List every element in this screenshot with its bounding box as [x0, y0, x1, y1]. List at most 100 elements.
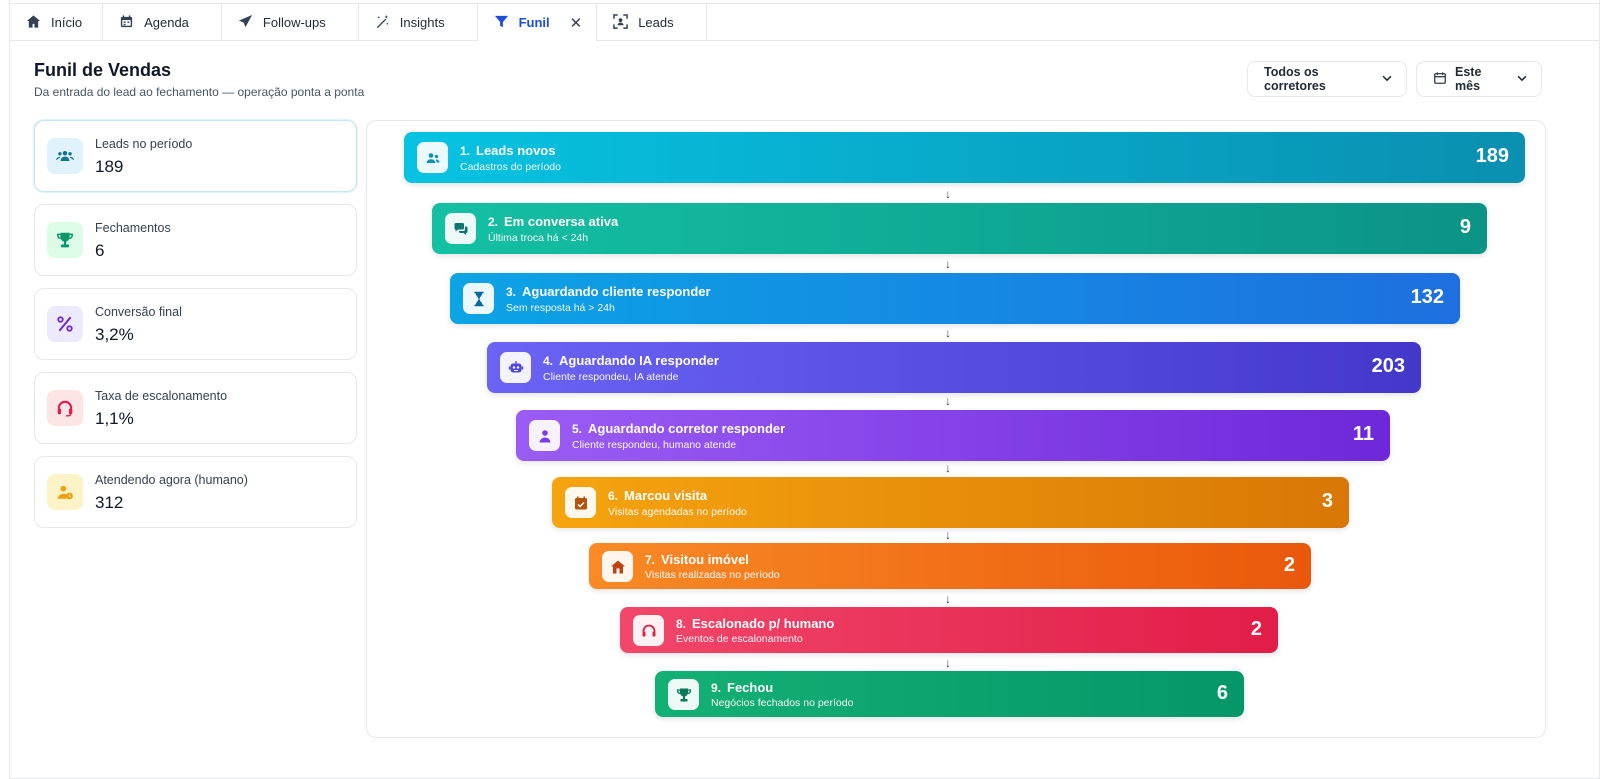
stage-title: Aguardando corretor responder [588, 421, 786, 436]
tab-inicio[interactable]: Início [10, 4, 104, 41]
kpi-label: Leads no período [95, 137, 193, 151]
funnel-stage-escalonado[interactable]: 8. Escalonado p/ humano Eventos de escalo… [620, 607, 1278, 653]
stage-title: Fechou [727, 680, 774, 695]
user-clock-icon [47, 474, 83, 510]
home-icon [26, 14, 41, 32]
funnel-stage-marcou-visita[interactable]: 6. Marcou visita Visitas agendadas no per… [552, 477, 1349, 528]
stage-number: 6. [608, 489, 619, 503]
stage-title: Escalonado p/ humano [692, 616, 835, 631]
arrow-down-icon: ↓ [945, 592, 951, 606]
stage-title: Em conversa ativa [504, 214, 619, 229]
kpi-value: 6 [95, 241, 105, 260]
kpi-card-escalonamento: Taxa de escalonamento 1,1% [34, 372, 357, 444]
stage-number: 2. [488, 215, 499, 229]
kpi-label: Atendendo agora (humano) [95, 473, 248, 487]
kpi-value: 3,2% [95, 325, 134, 344]
tab-label: Leads [638, 15, 674, 30]
stage-value: 11 [1352, 423, 1374, 445]
stage-number: 3. [506, 285, 517, 299]
arrow-down-icon: ↓ [945, 187, 951, 201]
page-subtitle: Da entrada do lead ao fechamento — opera… [34, 85, 365, 99]
stage-value: 132 [1410, 286, 1444, 308]
hourglass-icon [463, 283, 494, 314]
period-filter-select[interactable]: Este mês [1416, 61, 1542, 97]
tab-leads[interactable]: Leads [597, 4, 707, 41]
stage-value: 2 [1283, 554, 1295, 576]
trophy-icon [668, 679, 699, 710]
kpi-value: 1,1% [95, 409, 134, 428]
users-icon [47, 138, 83, 174]
tab-label: Início [51, 15, 83, 30]
kpi-card-atendendo: Atendendo agora (humano) 312 [34, 456, 357, 528]
stage-subtitle: Sem resposta há > 24h [506, 302, 615, 314]
broker-filter-select[interactable]: Todos os corretores [1247, 61, 1407, 97]
close-tab-icon[interactable]: ✕ [570, 14, 583, 32]
user-icon [529, 420, 560, 451]
kpi-card-leads: Leads no período 189 [34, 120, 357, 192]
stage-title: Marcou visita [624, 488, 708, 503]
tab-label: Follow-ups [262, 15, 326, 30]
funnel-stage-leads-novos[interactable]: 1. Leads novos Cadastros do período 189 [404, 132, 1525, 183]
stage-value: 2 [1250, 618, 1262, 640]
send-icon [238, 14, 253, 32]
funnel-stage-aguardando-ia[interactable]: 4. Aguardando IA responder Cliente respon… [487, 342, 1421, 393]
broker-filter-value: Todos os corretores [1264, 65, 1326, 93]
tab-label: Insights [399, 15, 445, 30]
arrow-down-icon: ↓ [945, 656, 951, 670]
stage-number: 1. [460, 144, 471, 158]
stage-subtitle: Eventos de escalonamento [676, 633, 803, 645]
tab-funil[interactable]: Funil ✕ [477, 4, 598, 41]
stage-value: 9 [1459, 216, 1471, 238]
stage-subtitle: Negócios fechados no período [711, 697, 854, 709]
stage-title: Visitou imóvel [661, 552, 749, 567]
stage-value: 3 [1321, 490, 1333, 512]
users-icon [417, 142, 448, 173]
headset-icon [633, 615, 664, 646]
stage-subtitle: Última troca há < 24h [488, 232, 589, 244]
tab-agenda[interactable]: Agenda [103, 4, 222, 41]
chevron-down-icon [1515, 71, 1529, 88]
percent-icon [47, 306, 83, 342]
stage-title: Aguardando cliente responder [522, 284, 711, 299]
trophy-icon [47, 222, 83, 258]
kpi-label: Conversão final [95, 305, 182, 319]
stage-title: Leads novos [476, 143, 556, 158]
magic-wand-icon [375, 14, 390, 32]
tab-bar: Início Agenda Follow-ups Insights Funil … [10, 3, 1600, 41]
tab-insights[interactable]: Insights [359, 4, 478, 41]
stage-subtitle: Visitas realizadas no período [645, 569, 780, 581]
kpi-card-fechamentos: Fechamentos 6 [34, 204, 357, 276]
tab-follow-ups[interactable]: Follow-ups [222, 4, 359, 41]
funnel-stage-fechou[interactable]: 9. Fechou Negócios fechados no período 6 [655, 671, 1244, 717]
tab-label: Funil [518, 15, 550, 30]
kpi-label: Taxa de escalonamento [95, 389, 228, 403]
stage-subtitle: Visitas agendadas no período [608, 506, 747, 518]
headset-icon [47, 390, 83, 426]
house-icon [602, 551, 633, 582]
funnel-stage-em-conversa[interactable]: 2. Em conversa ativa Última troca há < 24… [432, 203, 1487, 254]
funnel-stage-visitou-imovel[interactable]: 7. Visitou imóvel Visitas realizadas no p… [589, 543, 1311, 589]
funnel-stage-aguardando-cliente[interactable]: 3. Aguardando cliente responder Sem respo… [450, 273, 1460, 324]
tab-label: Agenda [144, 15, 189, 30]
stage-value: 189 [1475, 145, 1509, 167]
arrow-down-icon: ↓ [945, 257, 951, 271]
kpi-value: 189 [95, 157, 124, 176]
calendar-icon [1433, 71, 1447, 88]
stage-title: Aguardando IA responder [559, 353, 719, 368]
stage-number: 8. [676, 617, 687, 631]
arrow-down-icon: ↓ [945, 528, 951, 542]
stage-value: 203 [1371, 355, 1405, 377]
funnel-panel: 1. Leads novos Cadastros do período 189 ↓… [366, 120, 1546, 738]
page-title: Funil de Vendas [34, 60, 172, 80]
kpi-card-conversao: Conversão final 3,2% [34, 288, 357, 360]
calendar-icon [119, 14, 134, 32]
stage-number: 4. [543, 354, 554, 368]
funnel-stage-aguardando-corretor[interactable]: 5. Aguardando corretor responder Cliente … [516, 410, 1390, 461]
stage-number: 5. [572, 422, 583, 436]
calendar-check-icon [565, 487, 596, 518]
stage-subtitle: Cliente respondeu, humano atende [572, 439, 737, 451]
robot-icon [500, 352, 531, 383]
kpi-label: Fechamentos [95, 221, 171, 235]
funnel-icon [494, 14, 509, 32]
arrow-down-icon: ↓ [945, 394, 951, 408]
